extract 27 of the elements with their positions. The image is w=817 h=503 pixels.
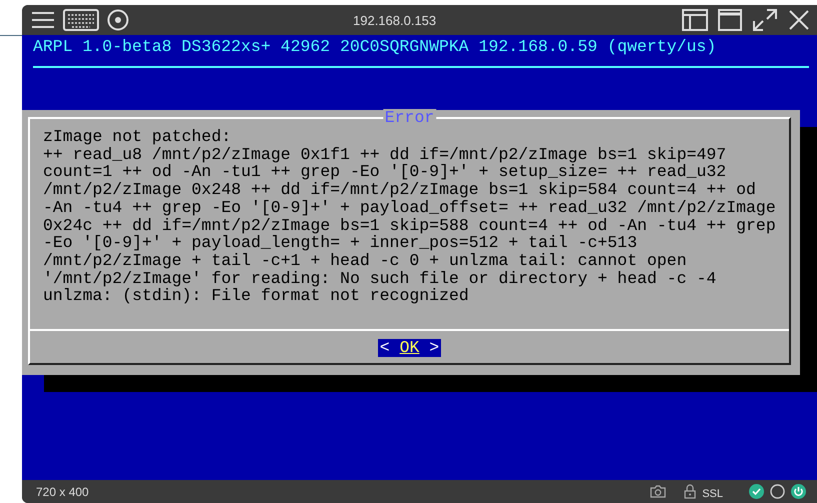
lock-icon: [684, 484, 696, 499]
message-line: ++ read_u8 /mnt/p2/zImage 0x1f1 ++ dd if=/mnt/p2/zImage bs=1 skip=497: [43, 146, 728, 164]
ok-button[interactable]: < OK >: [378, 339, 442, 357]
console-header: ARPL 1.0-beta8 DS3622xs+ 42962 20C0SQRGNWPKA 192.168.0.59 (qwerty/us): [32, 36, 718, 56]
check-icon: [749, 484, 764, 499]
close-icon[interactable]: [788, 9, 810, 31]
layout-icon[interactable]: [682, 9, 708, 31]
keyboard-icon[interactable]: [63, 9, 99, 31]
power-icon[interactable]: [791, 484, 806, 499]
message-line: unlzma: (stdin): File format not recognized: [43, 287, 470, 306]
resolution-label: 720 x 400: [36, 484, 89, 498]
message-line: count=1 ++ od -An -tu1 ++ grep -Eo '[0-9]+' + setup_size= ++ read_u32: [43, 163, 728, 182]
circle-icon: [770, 484, 785, 499]
message-line: zImage not patched:: [43, 128, 232, 146]
message-line: -Eo '[0-9]+' + payload_length= + inner_pos=512 + tail -c+513: [43, 234, 638, 252]
message-line: -An -tu4 ++ grep -Eo '[0-9]+' + payload_offset= ++ read_u32 /mnt/p2/zImage: [43, 198, 777, 217]
message-line: 0x24c ++ dd if=/mnt/p2/zImage bs=1 skip=588 count=4 ++ od -An -tu4 ++ grep: [43, 216, 777, 234]
message-line: /mnt/p2/zImage 0x248 ++ dd if=/mnt/p2/zImage bs=1 skip=584 count=4 ++ od: [43, 181, 757, 199]
window-icon[interactable]: [718, 9, 742, 31]
message-line: '/mnt/p2/zImage' for reading: No such file or directory + head -c -4: [43, 270, 718, 288]
camera-icon[interactable]: [650, 485, 666, 498]
fullscreen-icon[interactable]: [752, 8, 778, 32]
menu-icon[interactable]: [31, 10, 55, 30]
ssl-label: SSL: [702, 488, 723, 500]
disc-icon[interactable]: [107, 9, 129, 31]
window-title: 192.168.0.153: [353, 12, 436, 28]
message-line: /mnt/p2/zImage + tail -c+1 + head -c 0 + unlzma tail: cannot open: [43, 252, 688, 270]
